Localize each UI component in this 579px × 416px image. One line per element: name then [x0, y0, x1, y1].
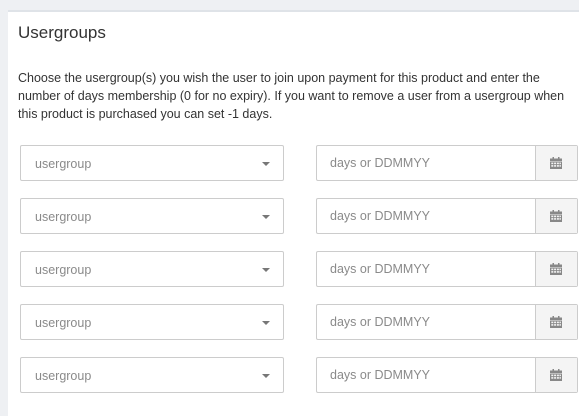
days-input-group	[316, 198, 578, 234]
usergroup-select-placeholder: usergroup	[35, 316, 92, 330]
days-input[interactable]	[317, 252, 535, 286]
usergroup-select-placeholder: usergroup	[35, 157, 92, 171]
usergroup-row-3: usergroup	[20, 251, 578, 287]
calendar-icon	[550, 210, 562, 222]
chevron-down-icon	[262, 321, 270, 325]
days-input-group	[316, 145, 578, 181]
days-input[interactable]	[317, 358, 535, 392]
usergroup-row-5: usergroup	[20, 357, 578, 393]
calendar-icon	[550, 263, 562, 275]
usergroup-select-placeholder: usergroup	[35, 369, 92, 383]
usergroups-panel: Usergroups Choose the usergroup(s) you w…	[8, 10, 579, 416]
usergroup-row-2: usergroup	[20, 198, 578, 234]
calendar-icon	[550, 157, 562, 169]
chevron-down-icon	[262, 162, 270, 166]
usergroup-select[interactable]: usergroup	[20, 304, 284, 340]
calendar-button[interactable]	[535, 146, 577, 180]
days-input[interactable]	[317, 305, 535, 339]
calendar-button[interactable]	[535, 199, 577, 233]
days-input-group	[316, 357, 578, 393]
usergroup-row-1: usergroup	[20, 145, 578, 181]
calendar-button[interactable]	[535, 252, 577, 286]
section-description: Choose the usergroup(s) you wish the use…	[18, 71, 565, 121]
usergroup-select-placeholder: usergroup	[35, 263, 92, 277]
usergroup-select[interactable]: usergroup	[20, 145, 284, 181]
days-input[interactable]	[317, 146, 535, 180]
days-input[interactable]	[317, 199, 535, 233]
calendar-button[interactable]	[535, 358, 577, 392]
chevron-down-icon	[262, 374, 270, 378]
usergroup-select[interactable]: usergroup	[20, 251, 284, 287]
section-title: Usergroups	[18, 23, 106, 42]
days-input-group	[316, 304, 578, 340]
calendar-icon	[550, 369, 562, 381]
calendar-button[interactable]	[535, 305, 577, 339]
usergroup-select[interactable]: usergroup	[20, 198, 284, 234]
usergroup-select-placeholder: usergroup	[35, 210, 92, 224]
chevron-down-icon	[262, 215, 270, 219]
usergroup-select[interactable]: usergroup	[20, 357, 284, 393]
days-input-group	[316, 251, 578, 287]
calendar-icon	[550, 316, 562, 328]
chevron-down-icon	[262, 268, 270, 272]
usergroup-row-4: usergroup	[20, 304, 578, 340]
